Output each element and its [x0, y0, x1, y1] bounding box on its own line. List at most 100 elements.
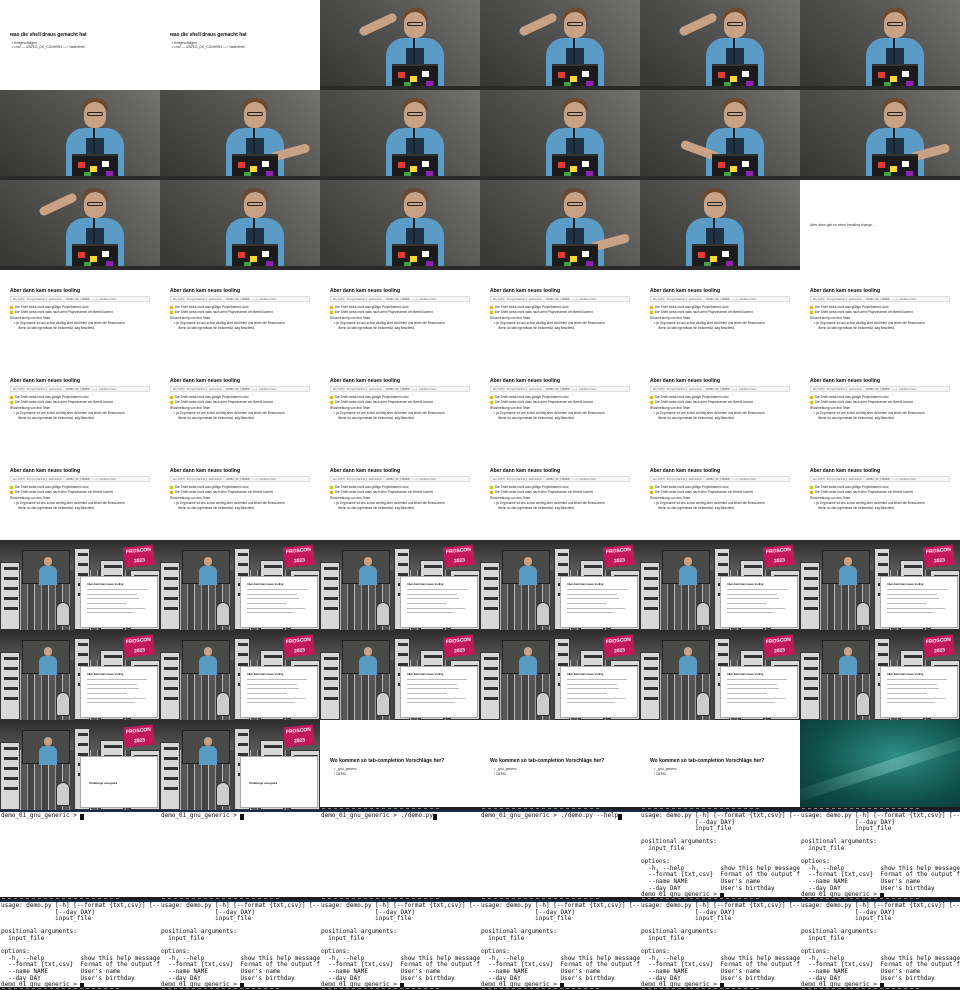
- warning-text: Die Shell weiss nicht dass nach dem Proj…: [175, 310, 273, 314]
- warning-icon: [10, 395, 13, 399]
- presenter-glasses: [727, 112, 743, 116]
- feedback-caption: Rückmeldung von den Team: [170, 316, 211, 320]
- presenter-glasses: [887, 112, 903, 116]
- terminal-output[interactable]: demo_01_gnu_generic >: [161, 812, 245, 820]
- warning-point: Die Shell weiss nicht dass nach dem Proj…: [10, 400, 113, 404]
- overlay-text-line: [567, 589, 627, 591]
- warning-point: Die Shell weiss nicht dass nach dem Proj…: [650, 490, 753, 494]
- code-box: sh/ruft: Projectactory anbieten · IOWEG_…: [10, 296, 150, 302]
- terminal-output[interactable]: demo_01_gnu_generic >: [1, 812, 85, 820]
- terminal-frame: demo_01_gnu_generic > ./demo.py --help: [480, 810, 640, 900]
- building-window: [804, 597, 818, 600]
- presenter-head: [684, 647, 692, 656]
- building-window: [4, 777, 18, 780]
- warning-icon: [330, 305, 333, 309]
- building-window: [324, 587, 338, 590]
- robot-mascot: [56, 602, 70, 626]
- robot-mascot: [856, 602, 870, 626]
- robot-mascot: [536, 692, 550, 716]
- terminal-output[interactable]: usage: demo.py [-h] [--format {txt,csv}]…: [161, 902, 320, 989]
- warning-icon: [650, 485, 653, 489]
- video-frame-presenter: [640, 180, 800, 270]
- warning-icon: [170, 400, 173, 404]
- building-window: [584, 655, 602, 658]
- presenter-inset: [342, 640, 390, 675]
- warning-icon: [10, 400, 13, 404]
- laptop-sticker: [558, 72, 565, 78]
- overlay-text-line: [87, 698, 145, 700]
- terminal-output[interactable]: usage: demo.py [-h] [--format {txt,csv}]…: [321, 902, 480, 989]
- building-window: [484, 587, 498, 590]
- building-window: [324, 607, 338, 610]
- feedback-quote-line2: Wenn du das irgendwas hin bekommst, sag …: [498, 506, 575, 510]
- overlay-slide: Aber dann kam neues tooling: [400, 576, 478, 628]
- event-logo: FROSCON 2023: [123, 724, 155, 748]
- feedback-quote-line1: ja. Ergonomie ist uns schon wichtig aber…: [496, 501, 605, 505]
- warning-point: Die Shell weiss nicht was gültige Projec…: [650, 395, 728, 399]
- terminal-output[interactable]: usage: demo.py [-h] [--format {txt,csv}]…: [801, 812, 960, 899]
- terminal-output[interactable]: usage: demo.py [-h] [--format {txt,csv}]…: [801, 902, 960, 989]
- terminal-output[interactable]: usage: demo.py [-h] [--format {txt,csv}]…: [481, 902, 640, 989]
- overlay-text-line: [407, 612, 455, 614]
- overlay-text-line: [727, 612, 775, 614]
- video-frame-presenter: [320, 0, 480, 90]
- robot-mascot: [56, 692, 70, 716]
- warning-icon: [10, 310, 13, 314]
- building-window: [584, 565, 602, 568]
- event-logo: FROSCON 2023: [443, 544, 475, 568]
- presenter-inset: [22, 550, 70, 585]
- video-frame-city-overlay: FROSCON 2023 Aber dann kam neues tooling: [800, 540, 960, 630]
- slide-title: Aber dann kam neues tooling: [810, 378, 881, 384]
- slide-frame-tab-completion: Wo kommen so tab-completion Vorschläge h…: [640, 720, 800, 810]
- building-window: [4, 677, 18, 680]
- feedback-quote-line1: ja. Ergonomie ist uns schon wichtig aber…: [656, 321, 765, 325]
- feedback-caption: Rückmeldung von den Team: [10, 316, 51, 320]
- event-logo: FROSCON 2023: [923, 634, 955, 658]
- terminal-output[interactable]: demo_01_gnu_generic > ./demo.py --help: [481, 812, 623, 820]
- overlay-text-line: [727, 594, 777, 596]
- laptop-sticker: [398, 162, 405, 168]
- laptop-sticker: [570, 166, 577, 172]
- robot-mascot: [216, 782, 230, 806]
- terminal-output[interactable]: demo_01_gnu_generic > ./demo.py: [321, 812, 437, 820]
- overlay-slide: Aber dann kam neues tooling: [400, 666, 478, 718]
- feedback-caption: Rückmeldung von den Team: [650, 406, 691, 410]
- building-window: [264, 745, 282, 748]
- feedback-caption: Rückmeldung von den Team: [330, 316, 371, 320]
- building-window: [484, 607, 498, 610]
- terminal-prompt-line: demo_01_gnu_generic > ./demo.py: [321, 812, 437, 820]
- presenter-head: [44, 737, 52, 746]
- terminal-output[interactable]: usage: demo.py [-h] [--format {txt,csv}]…: [641, 902, 800, 989]
- warning-icon: [490, 400, 493, 404]
- slide-frame-tooling: Aber dann kam neues tooling sh/ruft: Proj…: [640, 450, 800, 540]
- warning-text: Die Shell weiss nicht was gültige Projec…: [175, 485, 249, 489]
- overlay-slide-title: Aber dann kam neues tooling: [567, 583, 604, 586]
- building-window: [644, 567, 658, 570]
- warning-point: Die Shell weiss nicht was gültige Projec…: [810, 485, 888, 489]
- presenter-body: [39, 746, 57, 765]
- terminal-line: input_file: [801, 844, 845, 852]
- building-window: [4, 787, 18, 790]
- presenter-inset: [22, 640, 70, 675]
- feedback-quote-line2: Wenn du das irgendwas hin bekommst, sag …: [178, 506, 255, 510]
- terminal-line: input_file: [641, 934, 685, 942]
- slide-frame-tooling: Aber dann kam neues tooling sh/ruft: Proj…: [800, 360, 960, 450]
- slide-title: Aber dann kam neues tooling: [10, 378, 81, 384]
- warning-point: Die Shell weiss nicht was gültige Projec…: [490, 485, 568, 489]
- feedback-quote-line1: ja. Ergonomie ist uns schon wichtig aber…: [176, 321, 285, 325]
- building-window: [4, 597, 18, 600]
- building: [160, 742, 180, 810]
- overlay-text-line: [87, 608, 145, 610]
- building-window: [644, 607, 658, 610]
- slide-title: Aber dann kam neues tooling: [170, 288, 241, 294]
- slide-title: Wo kommen so tab-completion Vorschläge h…: [330, 758, 445, 764]
- terminal-output[interactable]: usage: demo.py [-h] [--format {txt,csv}]…: [641, 812, 800, 899]
- building: [0, 562, 20, 630]
- video-frame-presenter: [320, 180, 480, 270]
- warning-text: Die Shell weiss nicht was gültige Projec…: [15, 485, 89, 489]
- warning-point: Die Shell weiss nicht dass nach dem Proj…: [170, 400, 273, 404]
- presenter-inset: [662, 640, 710, 675]
- terminal-output[interactable]: usage: demo.py [-h] [--format {txt,csv}]…: [1, 902, 160, 989]
- building-window: [164, 597, 178, 600]
- building: [640, 652, 660, 720]
